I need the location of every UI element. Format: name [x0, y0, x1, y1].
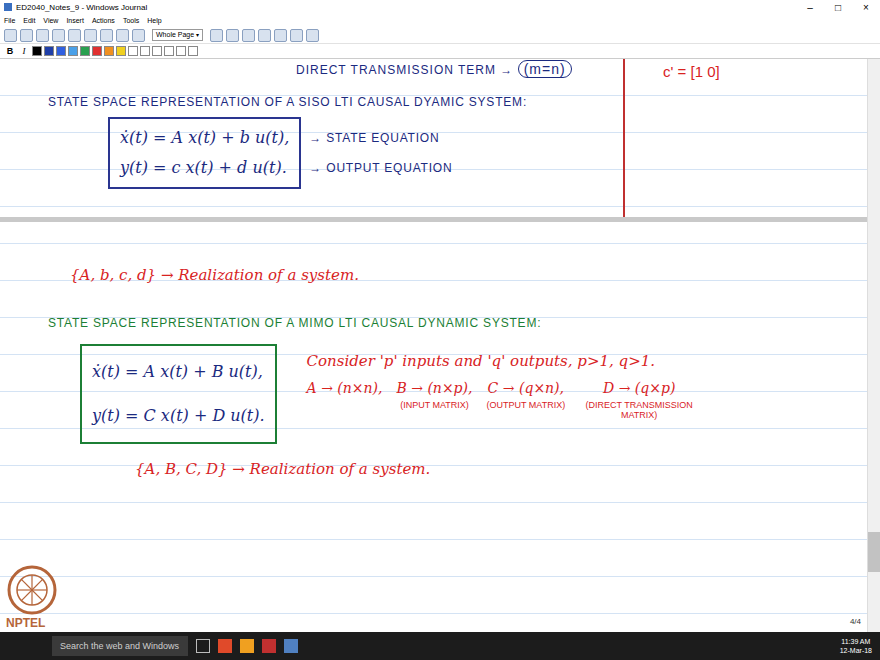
menu-item[interactable]: File: [4, 17, 15, 24]
equation: y(t) = C x(t) + D u(t).: [92, 394, 265, 438]
equation: y(t) = c x(t) + d u(t).: [120, 153, 289, 183]
app-icon[interactable]: [240, 639, 254, 653]
page-counter: 4/4: [850, 617, 861, 626]
equation-label: → OUTPUT EQUATION: [309, 153, 452, 183]
toolbar-button-icon[interactable]: [132, 29, 145, 42]
toolbar-button-icon[interactable]: [4, 29, 17, 42]
matrix-label: (DIRECT TRANSMISSION MATRIX): [579, 400, 699, 420]
matrix-dimension: B → (n×p), (INPUT MATRIX): [396, 380, 472, 420]
journal-icon: [4, 3, 12, 11]
pen-color-swatch[interactable]: [128, 46, 138, 56]
pen-color-swatch[interactable]: [140, 46, 150, 56]
pen-color-swatch[interactable]: [68, 46, 78, 56]
toolbar: Whole Page ▾: [0, 27, 880, 44]
menu-item[interactable]: Help: [147, 17, 161, 24]
pen-tool-icon[interactable]: [226, 29, 239, 42]
mimo-equation-box: ẋ(t) = A x(t) + B u(t),y(t) = C x(t) + D…: [80, 344, 277, 444]
pen-color-swatch[interactable]: [164, 46, 174, 56]
bold-button[interactable]: B: [4, 46, 16, 56]
mimo-realization: {A, B, C, D} → Realization of a system.: [135, 460, 867, 478]
toolbar-button-icon[interactable]: [100, 29, 113, 42]
app-icon[interactable]: [284, 639, 298, 653]
pen-tool-icon[interactable]: [290, 29, 303, 42]
nptel-logo-icon: [6, 564, 58, 616]
journal-window: ED2040_Notes_9 - Windows Journal –□× Fil…: [0, 0, 880, 660]
menu-item[interactable]: View: [43, 17, 58, 24]
pen-color-swatch[interactable]: [32, 46, 42, 56]
previous-page: DIRECT TRANSMISSION TERM → (m=n) STATE S…: [0, 59, 867, 217]
task-view-icon[interactable]: [196, 639, 210, 653]
nptel-watermark: NPTEL: [6, 564, 58, 630]
app-icon[interactable]: [262, 639, 276, 653]
side-note: c' = [1 0]: [663, 63, 867, 80]
menu-item[interactable]: Edit: [23, 17, 35, 24]
siso-equation-box: ẋ(t) = A x(t) + b u(t),y(t) = c x(t) + d…: [108, 117, 301, 189]
matrix-dimension: A → (n×n),: [307, 380, 383, 420]
window-control[interactable]: –: [796, 2, 824, 13]
siso-heading: STATE SPACE REPRESENTATION OF A SISO LTI…: [48, 95, 623, 109]
equation: ẋ(t) = A x(t) + B u(t),: [92, 350, 265, 394]
pen-color-swatch[interactable]: [92, 46, 102, 56]
journal-page[interactable]: DIRECT TRANSMISSION TERM → (m=n) STATE S…: [0, 59, 867, 632]
pen-tool-icon[interactable]: [274, 29, 287, 42]
format-bar: B I: [0, 44, 880, 59]
matrix-label: (OUTPUT MATRIX): [487, 400, 566, 410]
equation-label: → STATE EQUATION: [309, 123, 452, 153]
menu-bar: File Edit View Insert Actions Tools Help: [0, 14, 880, 27]
toolbar-button-icon[interactable]: [52, 29, 65, 42]
consider-note: Consider 'p' inputs and 'q' outputs, p>1…: [307, 352, 700, 370]
window-control[interactable]: □: [824, 2, 852, 13]
menu-item[interactable]: Tools: [123, 17, 139, 24]
page-break: [0, 217, 867, 222]
search-box[interactable]: Search the web and Windows: [52, 636, 188, 656]
pen-color-swatch[interactable]: [80, 46, 90, 56]
direct-term-note: DIRECT TRANSMISSION TERM → (m=n): [296, 59, 623, 77]
pen-color-swatch[interactable]: [152, 46, 162, 56]
zoom-dropdown[interactable]: Whole Page ▾: [152, 29, 203, 41]
matrix-label: (INPUT MATRIX): [400, 400, 469, 410]
menu-item[interactable]: Actions: [92, 17, 115, 24]
toolbar-button-icon[interactable]: [116, 29, 129, 42]
matrix-dimension: D → (q×p) (DIRECT TRANSMISSION MATRIX): [579, 380, 699, 420]
toolbar-button-icon[interactable]: [20, 29, 33, 42]
italic-button[interactable]: I: [18, 46, 30, 56]
pen-color-swatch[interactable]: [188, 46, 198, 56]
scrollbar[interactable]: [867, 59, 880, 632]
app-icon[interactable]: [218, 639, 232, 653]
pen-tool-icon[interactable]: [242, 29, 255, 42]
menu-item[interactable]: Insert: [66, 17, 84, 24]
pen-color-swatch[interactable]: [176, 46, 186, 56]
equation: ẋ(t) = A x(t) + b u(t),: [120, 123, 289, 153]
siso-realization: {A, b, c, d} → Realization of a system.: [70, 266, 867, 284]
pen-tool-icon[interactable]: [306, 29, 319, 42]
matrix-dimension: C → (q×n), (OUTPUT MATRIX): [487, 380, 566, 420]
clock[interactable]: 11:39 AM 12-Mar-18: [840, 637, 872, 655]
toolbar-button-icon[interactable]: [84, 29, 97, 42]
title-bar: ED2040_Notes_9 - Windows Journal –□×: [0, 0, 880, 14]
taskbar: Search the web and Windows 11:39 AM 12-M…: [0, 632, 880, 660]
window-title: ED2040_Notes_9 - Windows Journal: [16, 3, 796, 12]
toolbar-button-icon[interactable]: [36, 29, 49, 42]
pen-color-swatch[interactable]: [116, 46, 126, 56]
window-control[interactable]: ×: [852, 2, 880, 13]
pen-color-swatch[interactable]: [56, 46, 66, 56]
pen-color-swatch[interactable]: [44, 46, 54, 56]
pen-tool-icon[interactable]: [258, 29, 271, 42]
pen-color-swatch[interactable]: [104, 46, 114, 56]
mimo-heading: STATE SPACE REPRESENTATION OF A MIMO LTI…: [48, 316, 867, 330]
pen-tool-icon[interactable]: [210, 29, 223, 42]
toolbar-button-icon[interactable]: [68, 29, 81, 42]
